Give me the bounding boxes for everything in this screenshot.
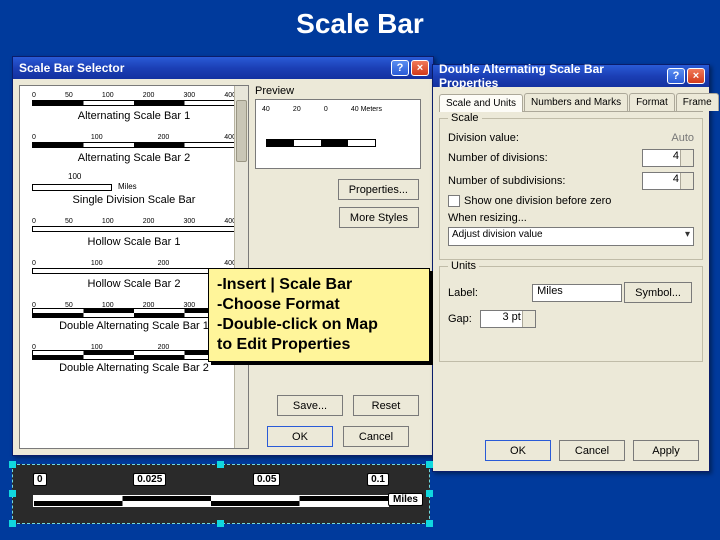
division-value-label: Division value: xyxy=(448,132,671,144)
resize-handle[interactable] xyxy=(426,461,433,468)
units-group: Units Label: Miles Symbol... Gap: 3 pt xyxy=(439,266,703,362)
selector-titlebar[interactable]: Scale Bar Selector ? × xyxy=(13,57,433,79)
list-item[interactable]: 0100200400 Alternating Scale Bar 2 xyxy=(24,132,244,164)
cancel-button[interactable]: Cancel xyxy=(559,440,625,461)
tab-format[interactable]: Format xyxy=(629,93,675,111)
ok-button[interactable]: OK xyxy=(485,440,551,461)
ok-button[interactable]: OK xyxy=(267,426,333,447)
map-scale-bar-selection[interactable]: 0 0.025 0.05 0.1 Miles xyxy=(12,464,430,524)
resize-handle[interactable] xyxy=(426,490,433,497)
show-before-zero-checkbox[interactable] xyxy=(448,195,460,207)
num-subdivisions-label: Number of subdivisions: xyxy=(448,175,642,187)
close-button[interactable]: × xyxy=(411,60,429,76)
when-resizing-combo[interactable]: Adjust division value xyxy=(448,227,694,246)
preview-box: 4020040 Meters xyxy=(255,99,421,169)
scale-group: Scale Division value: Auto Number of div… xyxy=(439,118,703,260)
tab-strip: Scale and Units Numbers and Marks Format… xyxy=(439,93,703,112)
selector-title: Scale Bar Selector xyxy=(19,61,389,75)
slide-title: Scale Bar xyxy=(0,0,720,46)
tab-frame[interactable]: Frame xyxy=(676,93,719,111)
list-item[interactable]: 100Miles Single Division Scale Bar xyxy=(24,174,244,206)
instruction-note: -Insert | Scale Bar -Choose Format -Doub… xyxy=(208,268,430,362)
scale-bar-unit: Miles xyxy=(388,493,423,506)
list-item[interactable]: 050100200300400 Alternating Scale Bar 1 xyxy=(24,90,244,122)
help-button[interactable]: ? xyxy=(667,68,685,84)
tab-numbers-and-marks[interactable]: Numbers and Marks xyxy=(524,93,628,111)
cancel-button[interactable]: Cancel xyxy=(343,426,409,447)
label-input[interactable]: Miles xyxy=(532,284,622,302)
properties-button[interactable]: Properties... xyxy=(338,179,419,200)
scale-bar-graphic xyxy=(33,495,389,507)
label-label: Label: xyxy=(448,287,532,299)
division-value: Auto xyxy=(671,132,694,144)
scale-bar-style-list[interactable]: 050100200300400 Alternating Scale Bar 1 … xyxy=(19,85,249,449)
apply-button[interactable]: Apply xyxy=(633,440,699,461)
help-button[interactable]: ? xyxy=(391,60,409,76)
resize-handle[interactable] xyxy=(9,461,16,468)
scale-bar-properties-window: Double Alternating Scale Bar Properties … xyxy=(432,64,710,472)
props-title: Double Alternating Scale Bar Properties xyxy=(439,62,665,90)
preview-label: Preview xyxy=(255,85,421,97)
gap-label: Gap: xyxy=(448,313,472,325)
show-before-zero-label: Show one division before zero xyxy=(464,195,611,207)
scale-bar-labels: 0 0.025 0.05 0.1 xyxy=(33,473,389,486)
num-divisions-input[interactable]: 4 xyxy=(642,149,694,167)
scale-bar-selector-window: Scale Bar Selector ? × 050100200300400 A… xyxy=(12,56,434,456)
resize-handle[interactable] xyxy=(426,520,433,527)
more-styles-button[interactable]: More Styles xyxy=(339,207,419,228)
save-button[interactable]: Save... xyxy=(277,395,343,416)
when-resizing-label: When resizing... xyxy=(448,212,527,224)
close-button[interactable]: × xyxy=(687,68,705,84)
symbol-button[interactable]: Symbol... xyxy=(624,282,692,303)
tab-scale-and-units[interactable]: Scale and Units xyxy=(439,94,523,112)
scrollbar[interactable] xyxy=(234,86,248,448)
resize-handle[interactable] xyxy=(9,490,16,497)
resize-handle[interactable] xyxy=(217,461,224,468)
resize-handle[interactable] xyxy=(9,520,16,527)
num-subdivisions-input[interactable]: 4 xyxy=(642,172,694,190)
props-titlebar[interactable]: Double Alternating Scale Bar Properties … xyxy=(433,65,709,87)
gap-input[interactable]: 3 pt xyxy=(480,310,536,328)
resize-handle[interactable] xyxy=(217,520,224,527)
list-item[interactable]: 050100200300400 Hollow Scale Bar 1 xyxy=(24,216,244,248)
num-divisions-label: Number of divisions: xyxy=(448,152,642,164)
reset-button[interactable]: Reset xyxy=(353,395,419,416)
